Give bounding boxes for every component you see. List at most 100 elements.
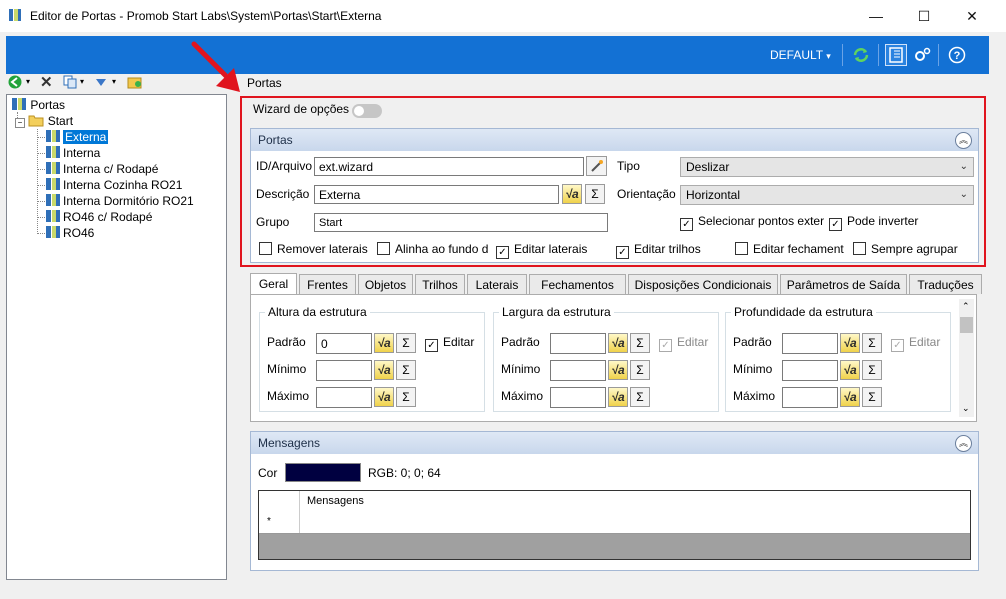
grid-new-row[interactable]: * [259,512,970,534]
title-bar: Editor de Portas - Promob Start Labs\Sys… [0,0,1006,32]
tree-item-label: Externa [63,130,109,144]
profundidade-editar-checkbox[interactable]: ✓ Editar [891,335,940,352]
altura-maximo-field[interactable] [316,387,372,408]
tab-frentes[interactable]: Frentes [299,274,356,294]
copy-icon[interactable] [63,75,77,92]
padrao-label: Padrão [267,335,306,349]
back-arrow-icon[interactable] [8,75,22,92]
sum-button[interactable]: Σ [862,333,882,353]
mensagens-panel: Mensagens ︽ Cor RGB: 0; 0; 64 Mensagens … [250,431,979,571]
dropdown-arrow-icon[interactable]: ▾ [26,77,30,86]
color-swatch[interactable] [285,463,361,482]
folder-sync-icon[interactable] [127,75,143,92]
toolbar-separator [878,44,879,66]
sum-button[interactable]: Σ [862,360,882,380]
formula-button[interactable]: √a [608,360,628,380]
tab-parâmetros-de-saída[interactable]: Parâmetros de Saída [780,274,907,294]
toolbar-separator [938,44,939,66]
sum-button[interactable]: Σ [396,360,416,380]
tab-fechamentos[interactable]: Fechamentos [529,274,626,294]
scroll-thumb[interactable] [960,317,973,333]
tab-geral[interactable]: Geral [250,273,297,295]
profile-label: DEFAULT [770,48,823,62]
chevron-down-icon: ▾ [826,51,831,61]
formula-button[interactable]: √a [374,387,394,407]
check-icon: ✓ [659,339,672,352]
new-row-marker: * [267,516,271,527]
grid-header-row: Mensagens [259,491,970,513]
sum-button[interactable]: Σ [862,387,882,407]
sum-button[interactable]: Σ [630,387,650,407]
tab-laterais[interactable]: Laterais [467,274,527,294]
tab-traduções[interactable]: Traduções [909,274,982,294]
move-down-icon[interactable] [94,75,108,92]
altura-editar-checkbox[interactable]: ✓ Editar [425,335,474,352]
tab-trilhos[interactable]: Trilhos [415,274,465,294]
tree-item-label: Interna Cozinha RO21 [63,178,183,192]
close-button[interactable]: ✕ [949,0,995,32]
tree-item-label: Interna c/ Rodapé [63,162,159,176]
profundidade-maximo-field[interactable] [782,387,838,408]
app-icon [8,8,22,22]
editar-label: Editar [443,335,475,349]
largura-minimo-field[interactable] [550,360,606,381]
tree-folder-start[interactable]: − Start [15,113,73,129]
tab-objetos[interactable]: Objetos [358,274,413,294]
tree-root[interactable]: Portas [11,97,65,113]
profile-dropdown[interactable]: DEFAULT ▾ [770,48,831,62]
largura-padrao-field[interactable] [550,333,606,354]
grid-column-header[interactable]: Mensagens [307,495,364,507]
tree-item[interactable]: RO46 c/ Rodapé [45,209,152,225]
help-icon[interactable]: ? [948,46,966,64]
largura-maximo-field[interactable] [550,387,606,408]
tree-item[interactable]: Externa [45,129,109,145]
sum-button[interactable]: Σ [630,360,650,380]
delete-icon[interactable]: ✕ [40,73,53,91]
padrao-label: Padrão [501,335,540,349]
altura-padrao-field[interactable] [316,333,372,354]
altura-minimo-field[interactable] [316,360,372,381]
tree-item-label: Interna [63,146,101,160]
tab-disposições-condicionais[interactable]: Disposições Condicionais [628,274,778,294]
scroll-down-icon[interactable]: ⌄ [962,403,970,414]
padrao-label: Padrão [733,335,772,349]
scroll-up-icon[interactable]: ⌃ [962,301,970,312]
toolbar-separator [842,44,843,66]
refresh-icon[interactable] [852,46,870,64]
profundidade-minimo-field[interactable] [782,360,838,381]
minimize-button[interactable]: — [853,0,899,32]
tree-item-label: Interna Dormitório RO21 [63,194,194,208]
editar-label: Editar [677,335,709,349]
settings-gear-icon[interactable] [913,46,931,64]
tree-item[interactable]: RO46 [45,225,94,241]
sum-button[interactable]: Σ [396,333,416,353]
mensagens-panel-title: Mensagens [258,436,321,450]
tree-item[interactable]: Interna c/ Rodapé [45,161,158,177]
maximo-label: Máximo [733,389,776,403]
highlight-annotation [240,96,986,267]
vertical-scrollbar[interactable]: ⌃ ⌄ [959,299,974,417]
tree-item[interactable]: Interna Cozinha RO21 [45,177,182,193]
sum-button[interactable]: Σ [630,333,650,353]
formula-button[interactable]: √a [840,387,860,407]
collapse-panel-icon[interactable]: ︽ [955,435,972,452]
collapse-toggle-icon[interactable]: − [15,118,25,128]
dropdown-arrow-icon[interactable]: ▾ [112,77,116,86]
formula-button[interactable]: √a [374,333,394,353]
tree-item[interactable]: Interna Dormitório RO21 [45,193,194,209]
formula-button[interactable]: √a [840,360,860,380]
formula-button[interactable]: √a [374,360,394,380]
tree-item[interactable]: Interna [45,145,100,161]
sum-button[interactable]: Σ [396,387,416,407]
formula-button[interactable]: √a [608,333,628,353]
breadcrumb: Portas [247,76,282,90]
check-icon: ✓ [425,339,438,352]
maximo-label: Máximo [501,389,544,403]
largura-editar-checkbox[interactable]: ✓ Editar [659,335,708,352]
maximize-button[interactable]: ☐ [901,0,947,32]
formula-button[interactable]: √a [840,333,860,353]
profundidade-padrao-field[interactable] [782,333,838,354]
panel-view-icon[interactable] [885,44,907,66]
formula-button[interactable]: √a [608,387,628,407]
dropdown-arrow-icon[interactable]: ▾ [80,77,84,86]
